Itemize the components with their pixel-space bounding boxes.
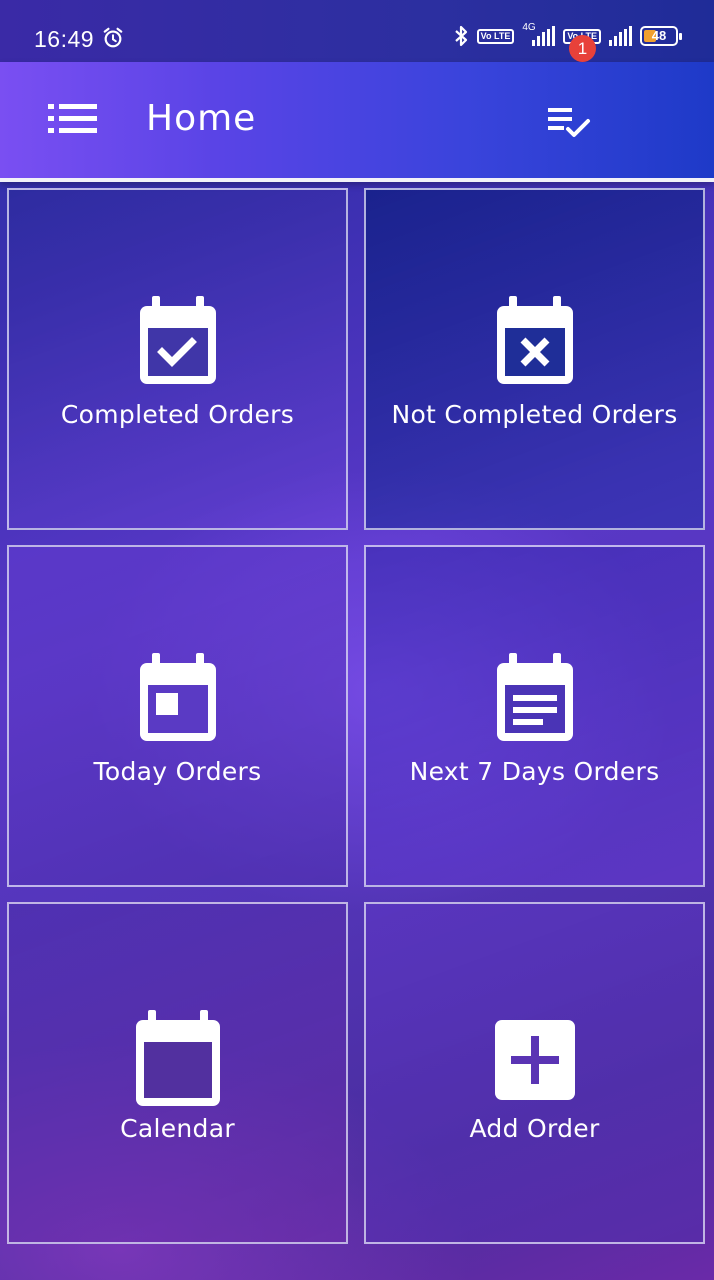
network-type: 4G	[522, 22, 536, 33]
tile-label: Next 7 Days Orders	[409, 757, 660, 786]
status-time: 16:49	[34, 26, 95, 52]
app-bar: Home	[0, 62, 714, 182]
tile-label: Add Order	[469, 1114, 600, 1143]
signal-icon	[609, 26, 632, 46]
status-bar: 16:49 Vo LTE 4G Vo LTE 48	[0, 0, 714, 62]
tile-label: Completed Orders	[60, 400, 295, 429]
signal-icon: 4G	[522, 22, 556, 46]
tile-label: Calendar	[120, 1114, 235, 1143]
calendar-text-icon	[496, 653, 573, 741]
page-title: Home	[146, 98, 257, 139]
calendar-check-icon	[139, 296, 216, 384]
battery-icon: 48	[640, 26, 682, 46]
today-orders-tile[interactable]: Today Orders	[7, 545, 348, 887]
calendar-blank-icon	[135, 1010, 220, 1106]
not-completed-orders-tile[interactable]: Not Completed Orders	[364, 188, 705, 530]
calendar-today-icon	[139, 653, 216, 741]
next-7-days-orders-tile[interactable]: Next 7 Days Orders	[364, 545, 705, 887]
list-icon	[48, 104, 97, 133]
menu-button[interactable]	[44, 98, 100, 142]
menu-grid: Completed Orders Not Completed Orders To…	[7, 188, 707, 1248]
tile-label: Not Completed Orders	[391, 400, 678, 429]
calendar-tile[interactable]: Calendar	[7, 902, 348, 1244]
calendar-remove-icon	[496, 296, 573, 384]
tasks-button[interactable]	[542, 98, 606, 150]
bluetooth-icon	[454, 25, 467, 47]
plus-box-icon	[494, 1020, 575, 1100]
checklist-icon	[548, 108, 590, 137]
battery-level: 48	[651, 28, 667, 43]
add-order-tile[interactable]: Add Order	[364, 902, 705, 1244]
completed-orders-tile[interactable]: Completed Orders	[7, 188, 348, 530]
tile-label: Today Orders	[93, 757, 262, 786]
volte-icon: Vo LTE	[476, 28, 515, 44]
alarm-icon	[103, 27, 123, 48]
notification-badge: 1	[569, 35, 596, 62]
status-icons: Vo LTE 4G Vo LTE 48	[453, 22, 682, 48]
